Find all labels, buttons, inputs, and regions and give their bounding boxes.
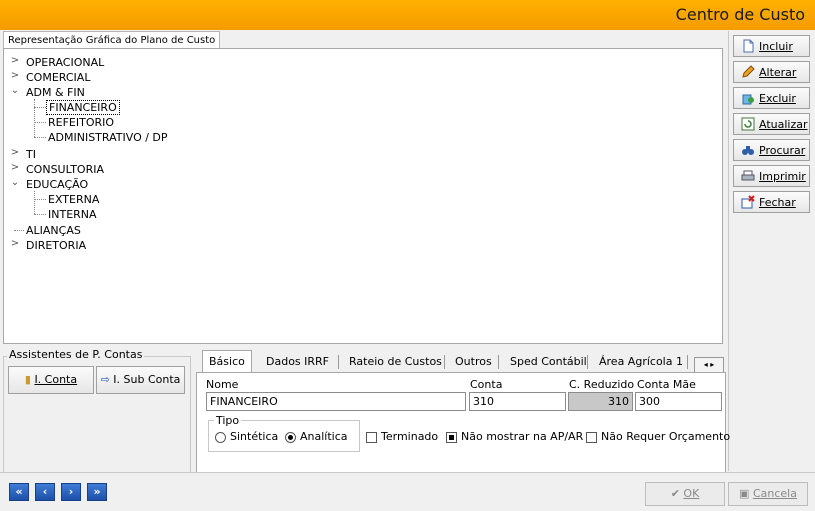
expand-arrow-icon[interactable]: > bbox=[10, 162, 20, 173]
tree-node-administrativo[interactable]: ADMINISTRATIVO / DP bbox=[46, 130, 170, 145]
atualizar-button[interactable]: Atualizar bbox=[733, 113, 810, 135]
nome-field[interactable]: FINANCEIRO bbox=[206, 392, 466, 411]
alterar-button[interactable]: Alterar bbox=[733, 61, 810, 83]
side-toolbar: Incluir Alterar Excluir Atualizar Procur… bbox=[728, 31, 815, 471]
tree-node-refeitorio[interactable]: REFEITORIO bbox=[46, 115, 116, 130]
delete-icon bbox=[742, 94, 754, 105]
folder-icon: ▮ bbox=[24, 373, 31, 386]
tree-node-externa[interactable]: EXTERNA bbox=[46, 192, 101, 207]
bottom-bar: « ‹ › » ✔ OK ▣ Cancela bbox=[0, 472, 815, 511]
edit-pencil-icon bbox=[742, 65, 755, 78]
nome-label: Nome bbox=[206, 378, 239, 391]
last-record-icon[interactable]: » bbox=[87, 483, 107, 501]
first-record-icon[interactable]: « bbox=[9, 483, 29, 501]
incluir-button[interactable]: Incluir bbox=[733, 35, 810, 57]
cancela-button[interactable]: ▣ Cancela bbox=[728, 482, 808, 506]
refresh-icon bbox=[741, 117, 755, 131]
sintetica-label[interactable]: Sintética bbox=[230, 430, 278, 443]
conta-mae-label: Conta Mãe bbox=[637, 378, 696, 391]
tree-node-ti[interactable]: TI bbox=[24, 147, 38, 162]
nao-requer-label[interactable]: Não Requer Orçamento bbox=[601, 430, 730, 443]
previous-record-icon[interactable]: ‹ bbox=[35, 483, 55, 501]
printer-icon bbox=[741, 170, 755, 181]
conta-label: Conta bbox=[470, 378, 503, 391]
tab-basico[interactable]: Básico bbox=[202, 350, 252, 373]
tab-strip: Básico Dados IRRF Rateio de Custos Outro… bbox=[196, 350, 724, 373]
tree-node-adm-fin[interactable]: ADM & FIN bbox=[24, 85, 87, 100]
expand-arrow-icon[interactable]: > bbox=[10, 70, 20, 81]
excluir-button[interactable]: Excluir bbox=[733, 87, 810, 109]
expand-arrow-icon[interactable]: > bbox=[10, 147, 20, 158]
new-document-icon bbox=[743, 39, 754, 53]
nao-requer-checkbox[interactable] bbox=[586, 432, 597, 443]
binoculars-icon bbox=[742, 146, 754, 155]
terminado-label[interactable]: Terminado bbox=[381, 430, 438, 443]
i-conta-button[interactable]: ▮ I. Conta bbox=[8, 366, 94, 394]
tab-sped-contabil[interactable]: Sped Contábil bbox=[510, 353, 587, 371]
imprimir-button[interactable]: Imprimir bbox=[733, 165, 810, 187]
conta-mae-field[interactable]: 300 bbox=[635, 392, 722, 411]
check-icon: ✔ bbox=[670, 487, 680, 500]
nao-mostrar-checkbox[interactable] bbox=[446, 432, 457, 443]
tree-node-comercial[interactable]: COMERCIAL bbox=[24, 70, 92, 85]
conta-field[interactable]: 310 bbox=[469, 392, 566, 411]
tree-node-operacional[interactable]: OPERACIONAL bbox=[24, 55, 106, 70]
tree-node-aliancas[interactable]: ALIANÇAS bbox=[24, 223, 83, 238]
procurar-button[interactable]: Procurar bbox=[733, 139, 810, 161]
analitica-label[interactable]: Analítica bbox=[300, 430, 348, 443]
analitica-radio[interactable] bbox=[285, 432, 296, 443]
tree-node-financeiro[interactable]: FINANCEIRO bbox=[46, 100, 120, 115]
next-record-icon[interactable]: › bbox=[61, 483, 81, 501]
nao-mostrar-label[interactable]: Não mostrar na AP/AR bbox=[461, 430, 583, 443]
terminado-checkbox[interactable] bbox=[366, 432, 377, 443]
tree-node-interna[interactable]: INTERNA bbox=[46, 207, 99, 222]
collapse-arrow-icon[interactable]: ⌄ bbox=[10, 177, 20, 188]
tab-scroll-buttons[interactable]: ◂ ▸ bbox=[694, 357, 724, 373]
window-title: Centro de Custo bbox=[675, 5, 805, 24]
expand-arrow-icon[interactable]: > bbox=[10, 55, 20, 66]
i-sub-conta-button[interactable]: ⇨ I. Sub Conta bbox=[96, 366, 185, 394]
fechar-button[interactable]: Fechar bbox=[733, 191, 810, 213]
tipo-label: Tipo bbox=[214, 414, 242, 427]
reduzido-field: 310 bbox=[568, 392, 633, 411]
tree-node-consultoria[interactable]: CONSULTORIA bbox=[24, 162, 106, 177]
tree-tab[interactable]: Representação Gráfica do Plano de Custo bbox=[3, 31, 221, 49]
tree-node-educacao[interactable]: EDUCAÇÃO bbox=[24, 177, 90, 192]
cancel-icon: ▣ bbox=[739, 487, 750, 500]
sintetica-radio[interactable] bbox=[215, 432, 226, 443]
reduzido-label: C. Reduzido bbox=[569, 378, 635, 391]
tab-area-agricola[interactable]: Área Agrícola 1 bbox=[599, 353, 683, 371]
tab-dados-irrf[interactable]: Dados IRRF bbox=[266, 353, 329, 371]
tree-node-diretoria[interactable]: DIRETORIA bbox=[24, 238, 88, 253]
title-bar: Centro de Custo bbox=[0, 0, 815, 30]
collapse-arrow-icon[interactable]: ⌄ bbox=[10, 85, 20, 96]
ok-button[interactable]: ✔ OK bbox=[645, 482, 725, 506]
assistants-label: Assistentes de P. Contas bbox=[7, 348, 145, 361]
close-window-icon bbox=[741, 195, 755, 209]
tab-outros[interactable]: Outros bbox=[455, 353, 492, 371]
tab-rateio-de-custos[interactable]: Rateio de Custos bbox=[349, 353, 442, 371]
expand-arrow-icon[interactable]: > bbox=[10, 238, 20, 249]
indent-arrow-icon: ⇨ bbox=[100, 373, 110, 386]
tree-panel[interactable]: > OPERACIONAL > COMERCIAL ⌄ ADM & FIN FI… bbox=[3, 48, 723, 344]
